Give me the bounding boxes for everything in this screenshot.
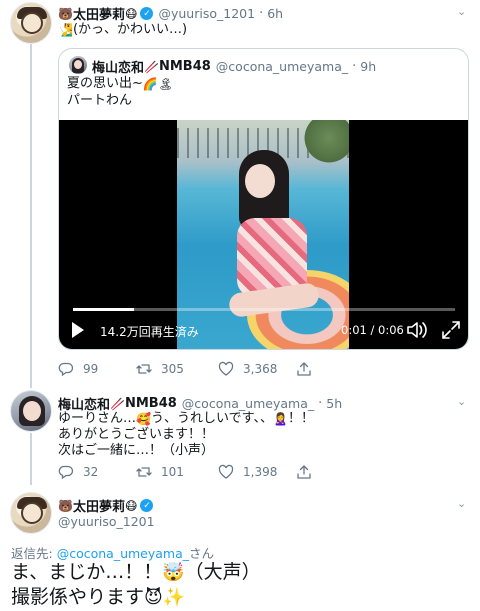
chopsticks-emoji: 🥢 (110, 396, 125, 411)
reply-count: 99 (83, 362, 99, 376)
retweet-count: 101 (161, 465, 184, 479)
handle[interactable]: @yuuriso_1201 (58, 514, 155, 529)
tweet-text-1a: ゆーりさん… (58, 411, 137, 426)
chopsticks-emoji: 🥢 (144, 59, 159, 74)
display-name-suffix: NMB48 (158, 59, 211, 74)
avatar[interactable] (10, 492, 52, 534)
reply-icon (58, 465, 74, 480)
timestamp: 9h (360, 59, 377, 74)
tweet-text-2: 撮影係やります (11, 586, 145, 608)
tweet-text-line-1: ゆーりさん…🥰う、うれしいです、、🙎‍♀️！！ (58, 411, 314, 427)
chevron-down-icon[interactable]: ⌄ (457, 5, 466, 18)
timestamp[interactable]: 6h (267, 6, 283, 21)
smiling-hearts-emoji: 🥰 (136, 411, 151, 426)
tweet-text-1b: （大声） (184, 561, 261, 583)
verified-icon: ✓ (140, 7, 154, 20)
tweet-actions: 32 101 1,398 (0, 463, 480, 481)
handle: @cocona_umeyama_ (215, 59, 349, 74)
separator-dot: · (352, 59, 357, 74)
display-name[interactable]: 太田夢莉 (73, 4, 125, 23)
play-icon[interactable] (72, 322, 84, 338)
reply-button[interactable]: 99 (58, 361, 98, 377)
share-icon (297, 465, 311, 479)
bear-emoji: 🐻 (58, 498, 73, 513)
video-progress-bar[interactable] (73, 308, 455, 311)
tweet-text-content: (かっ、かわいい…) (72, 22, 188, 37)
separator-dot: · (318, 396, 323, 411)
mask-emoji: 😷 (124, 6, 138, 21)
tweet-text-1b: う、うれしいです、、 (150, 411, 274, 426)
timestamp[interactable]: 5h (326, 396, 342, 411)
tweet-text-1a: ま、まじか…！！ (11, 561, 163, 583)
reply-to-label: 返信先: (11, 546, 53, 561)
reply-button[interactable]: 32 (58, 464, 98, 480)
reply-to-suffix: さん (189, 546, 215, 561)
video-progress-fill (73, 308, 135, 311)
chevron-down-icon[interactable]: ⌄ (457, 395, 466, 408)
tweet-actions: 99 305 3,368 (0, 360, 480, 378)
display-name-suffix[interactable]: NMB48 (125, 396, 177, 411)
quoted-tweet-header: 梅山恋和 🥢 NMB48 @cocona_umeyama_ · 9h (92, 57, 376, 76)
video-frame (177, 120, 349, 349)
mask-emoji: 😷 (124, 498, 138, 513)
like-count: 1,398 (243, 465, 278, 479)
tweet-text: 🧏‍♂️(かっ、かわいい…) (58, 22, 187, 38)
retweet-button[interactable]: 305 (136, 361, 184, 377)
share-button[interactable] (296, 361, 312, 377)
tweet-header: 🐻 太田夢莉 😷 ✓ @yuuriso_1201 · 6h (58, 4, 283, 23)
like-icon (218, 464, 234, 479)
tweet-header: 🐻 太田夢莉 😷 ✓ (58, 496, 154, 515)
retweet-count: 305 (161, 362, 184, 376)
like-button[interactable]: 1,398 (218, 464, 277, 480)
share-button[interactable] (296, 464, 312, 480)
reply-icon (58, 362, 74, 377)
quoted-text-1: 夏の思い出~ (67, 76, 143, 91)
display-name: 梅山恋和 (92, 61, 145, 76)
tweet-text-line-1: ま、まじか…！！🤯（大声） (11, 560, 261, 585)
quoted-text-line-1: 夏の思い出~🌈🏝 (67, 76, 173, 92)
handle[interactable]: @cocona_umeyama_ (182, 396, 314, 411)
rainbow-island-emoji: 🌈🏝 (142, 76, 174, 91)
person-emoji: 🧏‍♂️ (58, 22, 73, 37)
retweet-button[interactable]: 101 (136, 464, 184, 480)
view-count: 14.2万回再生済み (100, 325, 199, 339)
avatar (69, 56, 87, 74)
devil-sparkles-emoji: 😈✨ (144, 586, 186, 608)
separator-dot: · (259, 6, 264, 21)
tweet-text-line-2: ありがとうございます！！ (58, 427, 215, 442)
person-emoji: 🙎‍♀️ (273, 411, 288, 426)
video-time: 0:01 / 0:06 (341, 323, 404, 337)
thread-line (30, 44, 32, 388)
like-icon (218, 361, 234, 376)
like-count: 3,368 (243, 362, 278, 376)
handle[interactable]: @yuuriso_1201 (158, 6, 255, 21)
display-name[interactable]: 太田夢莉 (73, 496, 125, 515)
tweet-text-1c: ！！ (288, 411, 315, 426)
retweet-icon (136, 364, 152, 374)
retweet-icon (136, 467, 152, 477)
bear-emoji: 🐻 (58, 6, 73, 21)
like-button[interactable]: 3,368 (218, 361, 277, 377)
reply-count: 32 (83, 465, 99, 479)
volume-icon[interactable] (406, 320, 428, 340)
exploding-head-emoji: 🤯 (162, 561, 185, 583)
fullscreen-icon[interactable] (441, 320, 461, 340)
quoted-text-line-2: パートわん (67, 93, 133, 108)
verified-icon: ✓ (140, 499, 154, 512)
share-icon (297, 362, 311, 376)
tweet-text-line-3: 次はご一緒に…！（小声） (58, 443, 215, 458)
video-player[interactable]: 14.2万回再生済み 0:01 / 0:06 (59, 120, 468, 349)
avatar[interactable] (10, 2, 52, 44)
handle-row: @yuuriso_1201 (58, 514, 155, 529)
reply-to-handle[interactable]: @cocona_umeyama_ (57, 546, 189, 561)
avatar[interactable] (10, 390, 52, 432)
tweet-text-line-2: 撮影係やります😈✨ (11, 585, 185, 610)
chevron-down-icon[interactable]: ⌄ (457, 497, 466, 510)
